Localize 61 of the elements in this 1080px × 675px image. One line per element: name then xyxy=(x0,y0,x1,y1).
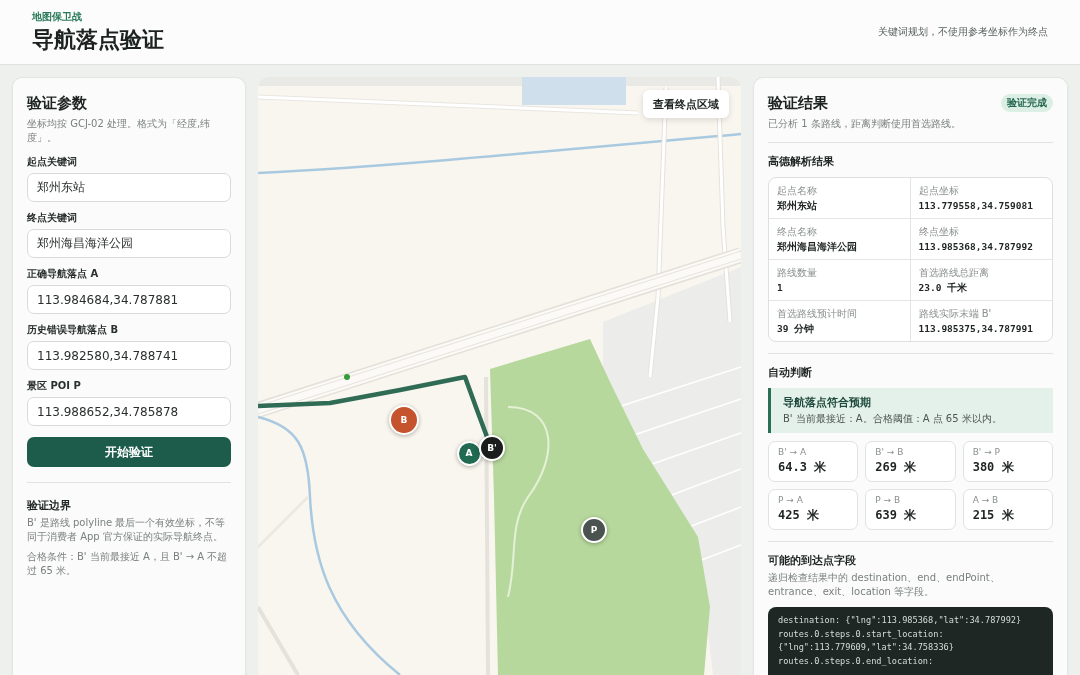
cell-value: 39 分钟 xyxy=(777,322,816,336)
text-field[interactable]: 113.988652,34.785878 xyxy=(27,397,231,426)
panel-title: 验证结果 xyxy=(768,93,828,113)
cell-value: 23.0 千米 xyxy=(918,281,969,295)
fields-hint: 递归检查结果中的 destination、end、endPoint、entrance、exit、location 等字段。 xyxy=(768,571,1001,599)
cell-value: 郑州东站 xyxy=(777,199,818,213)
cell-label: 首选路线总距离 xyxy=(918,266,990,279)
panel-hint: 已分析 1 条路线，距离判断使用首选路线。 xyxy=(768,117,962,131)
section-title: 自动判断 xyxy=(768,365,813,380)
cell-label: 路线实际末端 B' xyxy=(918,307,993,320)
code-line: routes.0.steps.0.start_location: xyxy=(778,627,945,641)
text-field[interactable]: 郑州海昌海洋公园 xyxy=(27,229,231,258)
field-label: 起点关键词 xyxy=(27,155,78,169)
distance-label: P → B xyxy=(875,495,902,506)
cell-label: 首选路线预计时间 xyxy=(777,307,858,320)
distance-value: 639 米 xyxy=(875,507,918,524)
boundary-note: B' 是路线 polyline 最后一个有效坐标，不等同于消费者 App 官方保证的实际导航终点。 xyxy=(27,516,227,544)
cell-label: 路线数量 xyxy=(777,266,818,279)
section-title: 可能的到达点字段 xyxy=(768,553,857,568)
verdict-title: 导航落点符合预期 xyxy=(783,395,872,410)
distance-value: 425 米 xyxy=(778,507,820,524)
page-title: 导航落点验证 xyxy=(32,27,164,53)
cell-label: 起点名称 xyxy=(777,184,818,197)
distance-value: 380 米 xyxy=(972,459,1015,476)
view-destination-button[interactable]: 查看终点区域 xyxy=(643,90,729,118)
app-name: 地图保卫战 xyxy=(32,11,83,23)
section-title: 高德解析结果 xyxy=(768,154,835,169)
cell-label: 终点坐标 xyxy=(918,225,960,238)
distance-label: B' → A xyxy=(778,447,808,458)
panel-title: 验证参数 xyxy=(27,93,88,113)
code-line: routes.0.steps.0.end_location: xyxy=(778,654,935,668)
distance-value: 269 米 xyxy=(875,459,918,476)
cell-value: 113.985368,34.787992 xyxy=(918,240,1034,254)
distance-label: B' → B xyxy=(875,447,905,458)
cell-value: 1 xyxy=(777,281,784,295)
cell-label: 起点坐标 xyxy=(918,184,960,197)
panel-hint: 坐标均按 GCJ-02 处理。格式为「经度,纬度」。 xyxy=(27,117,212,145)
cell-value: 113.985375,34.787991 xyxy=(918,322,1034,336)
verify-button[interactable]: 开始验证 xyxy=(27,437,231,467)
cell-value: 郑州海昌海洋公园 xyxy=(777,240,858,254)
section-title: 验证边界 xyxy=(27,498,72,513)
field-label: 正确导航落点 A xyxy=(27,267,100,281)
text-field[interactable]: 113.984684,34.787881 xyxy=(27,285,231,314)
verdict-text: B' 当前最接近：A。合格阈值：A 点 65 米以内。 xyxy=(783,412,1003,426)
cell-label: 终点名称 xyxy=(777,225,818,238)
boundary-note: 合格条件：B' 当前最接近 A，且 B' → A 不超过 65 米。 xyxy=(27,550,229,578)
distance-label: P → A xyxy=(778,495,804,506)
code-line: {"lng":113.779609,"lat":34.758336} xyxy=(778,641,955,654)
field-label: 终点关键词 xyxy=(27,211,78,225)
field-label: 景区 POI P xyxy=(27,379,82,393)
distance-label: B' → P xyxy=(972,447,1001,458)
code-line: destination: {"lng":113.985368,"lat":34.787992} xyxy=(778,614,1023,627)
text-field[interactable]: 113.982580,34.788741 xyxy=(27,341,231,370)
distance-value: 215 米 xyxy=(972,507,1015,524)
header-note: 关键词规划，不使用参考坐标作为终点 xyxy=(878,25,1048,39)
status-badge: 验证完成 xyxy=(1001,94,1053,112)
field-label: 历史错误导航落点 B xyxy=(27,323,120,337)
cell-value: 113.779558,34.759081 xyxy=(918,199,1034,213)
distance-label: A → B xyxy=(972,495,1000,506)
text-field[interactable]: 郑州东站 xyxy=(27,173,231,202)
distance-value: 64.3 米 xyxy=(778,459,828,476)
